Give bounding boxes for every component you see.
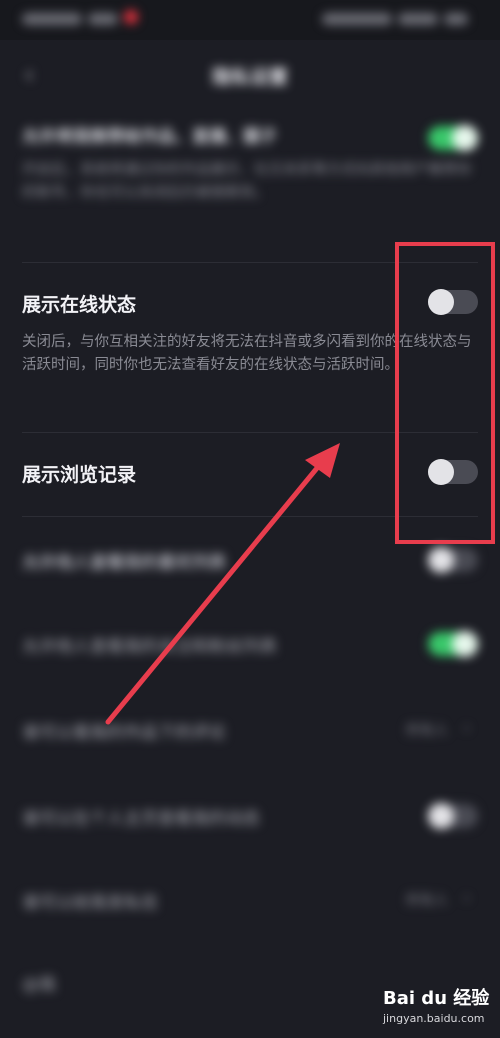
watermark: Bai du 经验 jingyan.baidu.com [383, 984, 495, 1028]
header: ‹ 隐私设置 [0, 50, 500, 100]
setting-title: 允许将我推荐给作品、直播、圈子 [22, 127, 277, 147]
status-bar [0, 0, 500, 40]
setting-title: 谁可以在个人主页查看我的动态 [22, 809, 260, 829]
profile-activity-toggle[interactable] [428, 803, 478, 829]
setting-desc: 开启后，系统将通过你的作品展示、社交关系等方式向其他用户推荐你的账号，你也可以关… [22, 162, 472, 201]
notification-icon [124, 10, 138, 24]
setting-follow-list: 允许他人查看我的关注和粉丝列表 [22, 631, 478, 657]
watermark-brand: Bai du 经验 [383, 988, 490, 1009]
highlight-box [395, 242, 495, 544]
setting-value: 所有人 [406, 893, 448, 909]
like-list-toggle[interactable] [428, 547, 478, 573]
setting-title: 允许他人查看我的喜欢列表 [22, 553, 226, 573]
setting-profile-activity: 谁可以在个人主页查看我的动态 [22, 803, 478, 829]
setting-comment[interactable]: 谁可以看我的作品下的评论 所有人 › [22, 718, 478, 743]
setting-recommend: 允许将我推荐给作品、直播、圈子 开启后，系统将通过你的作品展示、社交关系等方式向… [22, 122, 478, 205]
setting-message[interactable]: 谁可以给我发私信 所有人 › [22, 888, 478, 913]
setting-title: 允许他人查看我的关注和粉丝列表 [22, 637, 277, 657]
follow-list-toggle[interactable] [428, 631, 478, 657]
setting-like-list: 允许他人查看我的喜欢列表 [22, 547, 478, 573]
page-title: 隐私设置 [211, 66, 288, 88]
status-bar-left [22, 10, 162, 28]
chevron-right-icon: › [463, 718, 470, 737]
chevron-right-icon: › [463, 888, 470, 907]
watermark-url: jingyan.baidu.com [383, 1012, 485, 1025]
setting-value: 所有人 [406, 723, 448, 739]
battery-icon [444, 13, 468, 25]
status-bar-right [322, 10, 482, 28]
recommend-toggle[interactable] [428, 125, 478, 151]
